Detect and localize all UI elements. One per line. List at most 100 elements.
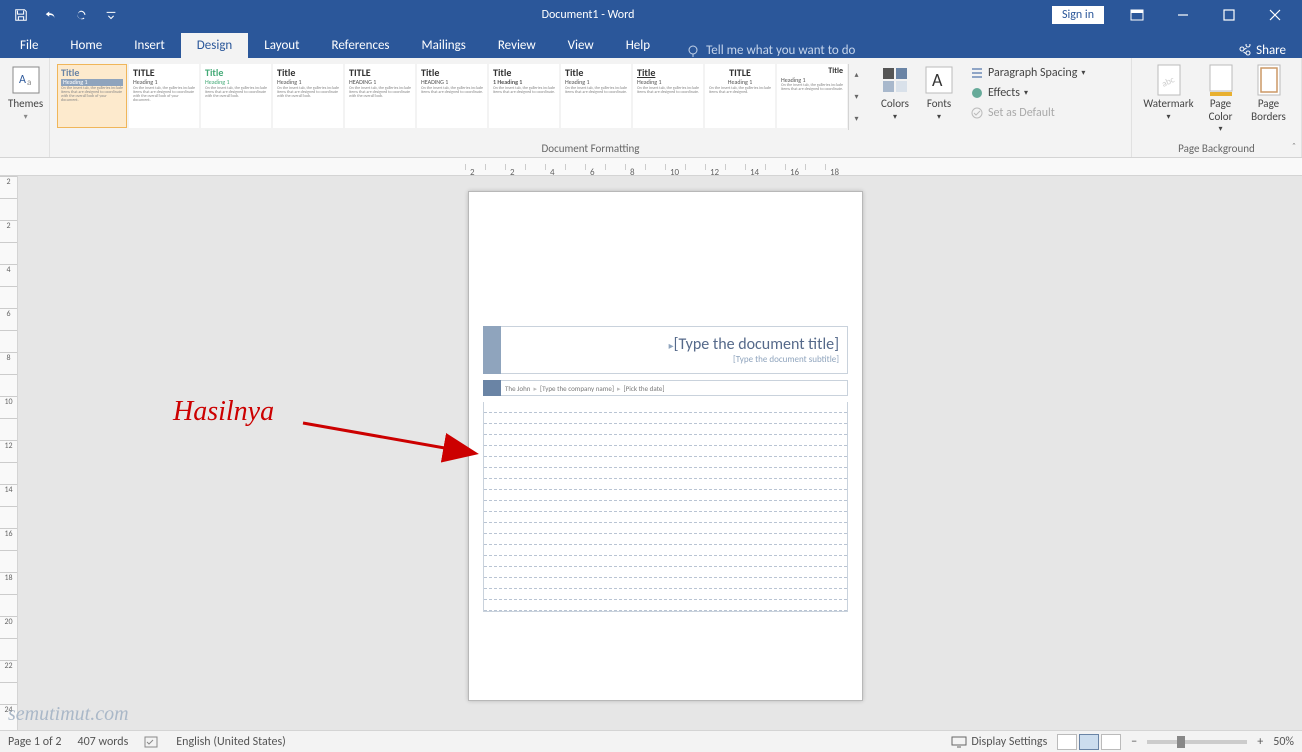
page-borders-icon xyxy=(1253,64,1285,96)
maximize-button[interactable] xyxy=(1206,0,1252,30)
save-button[interactable] xyxy=(8,3,34,27)
web-layout-button[interactable] xyxy=(1101,734,1121,750)
lightbulb-icon xyxy=(686,44,700,58)
window-title: Document1 - Word xyxy=(124,8,1052,22)
status-bar: Page 1 of 2 407 words English (United St… xyxy=(0,730,1302,752)
share-icon xyxy=(1238,44,1252,58)
watermark-label: Watermark xyxy=(1143,98,1193,111)
ribbon: Aa Themes ▾ TitleHeading 1On the Insert … xyxy=(0,58,1302,158)
tab-file[interactable]: File xyxy=(4,33,54,58)
style-set-thumb[interactable]: TitleHEADING 1On the Insert tab, the gal… xyxy=(417,64,487,128)
svg-text:A: A xyxy=(19,73,26,87)
tab-layout[interactable]: Layout xyxy=(248,33,315,58)
style-set-thumb[interactable]: TITLEHEADING 1On the Insert tab, the gal… xyxy=(345,64,415,128)
redo-button[interactable] xyxy=(68,3,94,27)
share-label: Share xyxy=(1256,43,1286,58)
themes-icon: Aa xyxy=(10,64,42,96)
tab-help[interactable]: Help xyxy=(610,33,666,58)
spellcheck-icon[interactable] xyxy=(144,735,160,749)
tab-design[interactable]: Design xyxy=(181,33,248,58)
display-settings-button[interactable]: Display Settings xyxy=(951,735,1047,749)
minimize-button[interactable] xyxy=(1160,0,1206,30)
svg-text:A: A xyxy=(932,69,943,91)
tab-view[interactable]: View xyxy=(552,33,610,58)
tell-me-search[interactable]: Tell me what you want to do xyxy=(686,43,855,58)
page-indicator[interactable]: Page 1 of 2 xyxy=(8,735,62,749)
language-indicator[interactable]: English (United States) xyxy=(176,735,286,749)
document-page[interactable]: ▸[Type the document title] [Type the doc… xyxy=(468,191,863,701)
gallery-up-icon[interactable]: ▴ xyxy=(849,70,864,80)
style-set-thumb[interactable]: TitleHeading 1On the Insert tab, the gal… xyxy=(633,64,703,128)
gallery-more-icon[interactable]: ▾ xyxy=(849,114,864,124)
cover-accent-bar xyxy=(483,326,501,374)
document-formatting-gallery[interactable]: TitleHeading 1On the Insert tab, the gal… xyxy=(56,62,864,132)
colors-button[interactable]: Colors▾ xyxy=(874,62,916,124)
close-button[interactable] xyxy=(1252,0,1298,30)
zoom-out-button[interactable]: − xyxy=(1131,735,1137,749)
page-color-label: Page Color xyxy=(1201,98,1241,123)
quick-access-toolbar xyxy=(0,3,124,27)
tab-mailings[interactable]: Mailings xyxy=(406,33,482,58)
fonts-button[interactable]: A Fonts▾ xyxy=(918,62,960,124)
vertical-ruler[interactable]: 224681012141618202224 xyxy=(0,176,18,730)
cover-title-block[interactable]: ▸[Type the document title] [Type the doc… xyxy=(483,326,848,374)
style-set-thumb[interactable]: TITLEHeading 1On the Insert tab, the gal… xyxy=(705,64,775,128)
qat-customize-button[interactable] xyxy=(98,3,124,27)
paragraph-spacing-button[interactable]: Paragraph Spacing▾ xyxy=(966,64,1089,82)
undo-button[interactable] xyxy=(38,3,64,27)
sign-in-button[interactable]: Sign in xyxy=(1052,6,1104,24)
style-set-thumb[interactable]: TitleHeading 1On the Insert tab, the gal… xyxy=(57,64,127,128)
meta-accent-bar xyxy=(483,380,501,396)
page-color-button[interactable]: Page Color▾ xyxy=(1199,62,1243,134)
title-bar: Document1 - Word Sign in xyxy=(0,0,1302,30)
tell-me-label: Tell me what you want to do xyxy=(706,43,855,58)
document-area[interactable]: ▸[Type the document title] [Type the doc… xyxy=(18,176,1302,730)
style-set-thumb[interactable]: TitleHeading 1On the Insert tab, the gal… xyxy=(561,64,631,128)
effects-icon xyxy=(970,86,984,100)
group-label-document-formatting: Document Formatting xyxy=(56,140,1125,155)
style-set-thumb[interactable]: TitleHeading 1On the Insert tab, the gal… xyxy=(777,64,847,128)
tab-home[interactable]: Home xyxy=(54,33,118,58)
effects-button[interactable]: Effects▾ xyxy=(966,84,1089,102)
paragraph-spacing-icon xyxy=(970,66,984,80)
tab-insert[interactable]: Insert xyxy=(118,33,181,58)
collapse-ribbon-button[interactable]: ˆ xyxy=(1292,140,1296,153)
tab-references[interactable]: References xyxy=(316,33,406,58)
annotation-arrow-icon xyxy=(298,408,488,468)
display-icon xyxy=(951,736,967,748)
body-lines[interactable] xyxy=(483,402,848,612)
fonts-icon: A xyxy=(923,64,955,96)
style-set-thumb[interactable]: TitleHeading 1On the Insert tab, the gal… xyxy=(273,64,343,128)
share-button[interactable]: Share xyxy=(1238,43,1302,58)
page-borders-button[interactable]: Page Borders xyxy=(1245,62,1293,123)
word-count[interactable]: 407 words xyxy=(78,735,129,749)
document-subtitle-placeholder[interactable]: [Type the document subtitle] xyxy=(733,354,839,365)
horizontal-ruler[interactable]: 224681012141618 xyxy=(0,158,1302,176)
set-as-default-button[interactable]: Set as Default xyxy=(966,104,1089,122)
watermark-button[interactable]: abc Watermark▾ xyxy=(1141,62,1197,122)
zoom-in-button[interactable]: + xyxy=(1257,735,1263,749)
svg-text:a: a xyxy=(27,77,31,88)
dropdown-caret-icon: ▾ xyxy=(24,113,28,122)
document-title-placeholder[interactable]: ▸[Type the document title] xyxy=(669,335,839,354)
fonts-label: Fonts xyxy=(927,98,951,111)
tab-review[interactable]: Review xyxy=(482,33,552,58)
style-set-thumb[interactable]: TITLEHeading 1On the Insert tab, the gal… xyxy=(129,64,199,128)
gallery-down-icon[interactable]: ▾ xyxy=(849,92,864,102)
read-mode-button[interactable] xyxy=(1057,734,1077,750)
themes-button[interactable]: Aa Themes ▾ xyxy=(6,62,45,122)
print-layout-button[interactable] xyxy=(1079,734,1099,750)
annotation-label: Hasilnya xyxy=(173,396,274,428)
gallery-scroll[interactable]: ▴ ▾ ▾ xyxy=(848,64,864,130)
zoom-slider[interactable] xyxy=(1147,740,1247,744)
cover-meta-row[interactable]: The John ▸ [Type the company name] ▸ [Pi… xyxy=(483,380,848,396)
style-set-thumb[interactable]: TitleHeading 1On the Insert tab, the gal… xyxy=(201,64,271,128)
style-set-thumb[interactable]: Title1 Heading 1On the Insert tab, the g… xyxy=(489,64,559,128)
source-watermark: semutimut.com xyxy=(8,703,129,726)
ribbon-display-options-button[interactable] xyxy=(1114,0,1160,30)
author-field[interactable]: The John xyxy=(505,384,530,393)
company-placeholder[interactable]: [Type the company name] xyxy=(540,384,614,393)
date-placeholder[interactable]: [Pick the date] xyxy=(623,384,664,393)
zoom-level[interactable]: 50% xyxy=(1273,735,1294,749)
themes-label: Themes xyxy=(8,98,43,111)
